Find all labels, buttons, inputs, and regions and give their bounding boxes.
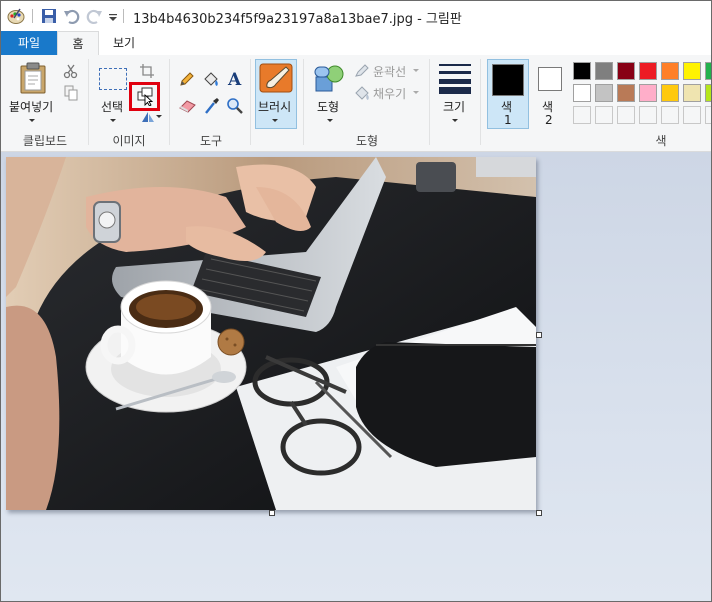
colors-group-label: 색 — [655, 134, 667, 148]
select-label[interactable]: 선택 — [101, 98, 123, 115]
paint-window: 13b4b4630b234f5f9a23197a8a13bae7.jpg - 그… — [0, 0, 712, 602]
crop-icon[interactable] — [139, 63, 155, 79]
tab-view[interactable]: 보기 — [101, 31, 147, 55]
shapes-group-label: 도형 — [355, 134, 379, 148]
tab-file[interactable]: 파일 — [1, 31, 57, 55]
group-separator — [169, 59, 170, 145]
palette-swatch[interactable] — [595, 84, 613, 102]
palette-swatch[interactable] — [595, 62, 613, 80]
resize-icon[interactable] — [137, 86, 155, 106]
canvas-area[interactable] — [1, 152, 711, 601]
rotate-icon[interactable] — [141, 111, 155, 123]
select-dropdown-arrow[interactable] — [110, 119, 116, 122]
custom-color-slot[interactable] — [661, 106, 679, 124]
shapes-icon[interactable] — [313, 63, 345, 95]
group-separator — [250, 59, 251, 145]
palette-swatch[interactable] — [573, 62, 591, 80]
image-group-label: 이미지 — [112, 134, 146, 148]
photo-canvas[interactable] — [6, 157, 536, 510]
custom-color-slot[interactable] — [705, 106, 711, 124]
pencil-icon[interactable] — [179, 71, 195, 87]
text-icon[interactable]: A — [226, 69, 244, 87]
size-line-2 — [439, 71, 471, 74]
redo-icon[interactable] — [85, 7, 103, 25]
resize-handle-right[interactable] — [536, 332, 542, 338]
palette-swatch[interactable] — [705, 84, 711, 102]
fill-label[interactable]: 채우기 — [373, 85, 406, 102]
color1-number[interactable]: 1 — [504, 113, 512, 127]
palette-swatch[interactable] — [683, 84, 701, 102]
custom-color-slot[interactable] — [595, 106, 613, 124]
save-icon[interactable] — [40, 7, 58, 25]
ribbon: 붙여넣기 클립보드 선택 이미지 A 도구 브러시 도형 윤곽선 채우기 도형 … — [1, 55, 711, 152]
palette-swatch[interactable] — [661, 84, 679, 102]
resize-handle-bottom[interactable] — [269, 510, 275, 516]
paste-dropdown-arrow[interactable] — [29, 119, 35, 122]
group-separator — [429, 59, 430, 145]
palette-swatch[interactable] — [573, 84, 591, 102]
brush-dropdown-arrow[interactable] — [272, 119, 278, 122]
group-separator — [88, 59, 89, 145]
title-bar: 13b4b4630b234f5f9a23197a8a13bae7.jpg - 그… — [1, 1, 711, 31]
outline-dropdown-arrow[interactable] — [413, 69, 419, 72]
color-picker-icon[interactable] — [204, 97, 220, 115]
shapes-dropdown-arrow[interactable] — [327, 119, 333, 122]
paste-icon[interactable] — [18, 62, 48, 94]
fill-bucket-icon[interactable] — [202, 70, 220, 88]
svg-text:A: A — [227, 70, 242, 87]
title-divider — [32, 9, 33, 23]
size-dropdown-arrow[interactable] — [452, 119, 458, 122]
fill-icon[interactable] — [354, 85, 370, 101]
select-icon[interactable] — [99, 68, 127, 90]
custom-color-slot[interactable] — [573, 106, 591, 124]
tab-home[interactable]: 홈 — [57, 31, 99, 57]
copy-icon[interactable] — [63, 85, 79, 101]
shapes-label[interactable]: 도형 — [317, 98, 339, 115]
ribbon-tabs: 파일 홈 보기 — [1, 31, 711, 57]
size-label[interactable]: 크기 — [443, 98, 465, 115]
title-divider-2 — [123, 9, 124, 23]
magnifier-icon[interactable] — [226, 97, 244, 115]
size-line-1 — [439, 64, 471, 66]
eraser-icon[interactable] — [179, 99, 197, 113]
custom-color-slot[interactable] — [639, 106, 657, 124]
color2-swatch[interactable] — [538, 67, 562, 91]
scissors-icon[interactable] — [63, 63, 79, 79]
rotate-dropdown-arrow[interactable] — [156, 115, 162, 118]
clipboard-group-label: 클립보드 — [22, 134, 68, 148]
custom-color-slot[interactable] — [683, 106, 701, 124]
palette-swatch[interactable] — [639, 62, 657, 80]
window-title: 13b4b4630b234f5f9a23197a8a13bae7.jpg - 그… — [133, 12, 462, 27]
customize-dropdown-icon[interactable] — [107, 7, 119, 25]
fill-dropdown-arrow[interactable] — [413, 91, 419, 94]
size-line-4 — [439, 87, 471, 94]
color1-swatch[interactable] — [492, 64, 524, 96]
brush-icon[interactable] — [259, 63, 293, 93]
palette-swatch[interactable] — [705, 62, 711, 80]
palette-swatch[interactable] — [617, 62, 635, 80]
palette-swatch[interactable] — [661, 62, 679, 80]
palette-swatch[interactable] — [683, 62, 701, 80]
paste-label[interactable]: 붙여넣기 — [9, 98, 53, 115]
tools-group-label: 도구 — [199, 134, 223, 148]
resize-handle-corner[interactable] — [536, 510, 542, 516]
size-line-3 — [439, 79, 471, 84]
outline-icon[interactable] — [354, 64, 370, 78]
group-separator — [303, 59, 304, 145]
palette-swatch[interactable] — [617, 84, 635, 102]
custom-color-slot[interactable] — [617, 106, 635, 124]
palette-swatch[interactable] — [639, 84, 657, 102]
brush-label[interactable]: 브러시 — [258, 98, 291, 115]
canvas-image — [6, 157, 536, 510]
group-separator — [480, 59, 481, 145]
color2-number[interactable]: 2 — [545, 113, 553, 127]
undo-icon[interactable] — [63, 7, 81, 25]
paint-palette-icon[interactable] — [7, 7, 25, 25]
outline-label[interactable]: 윤곽선 — [373, 63, 406, 80]
